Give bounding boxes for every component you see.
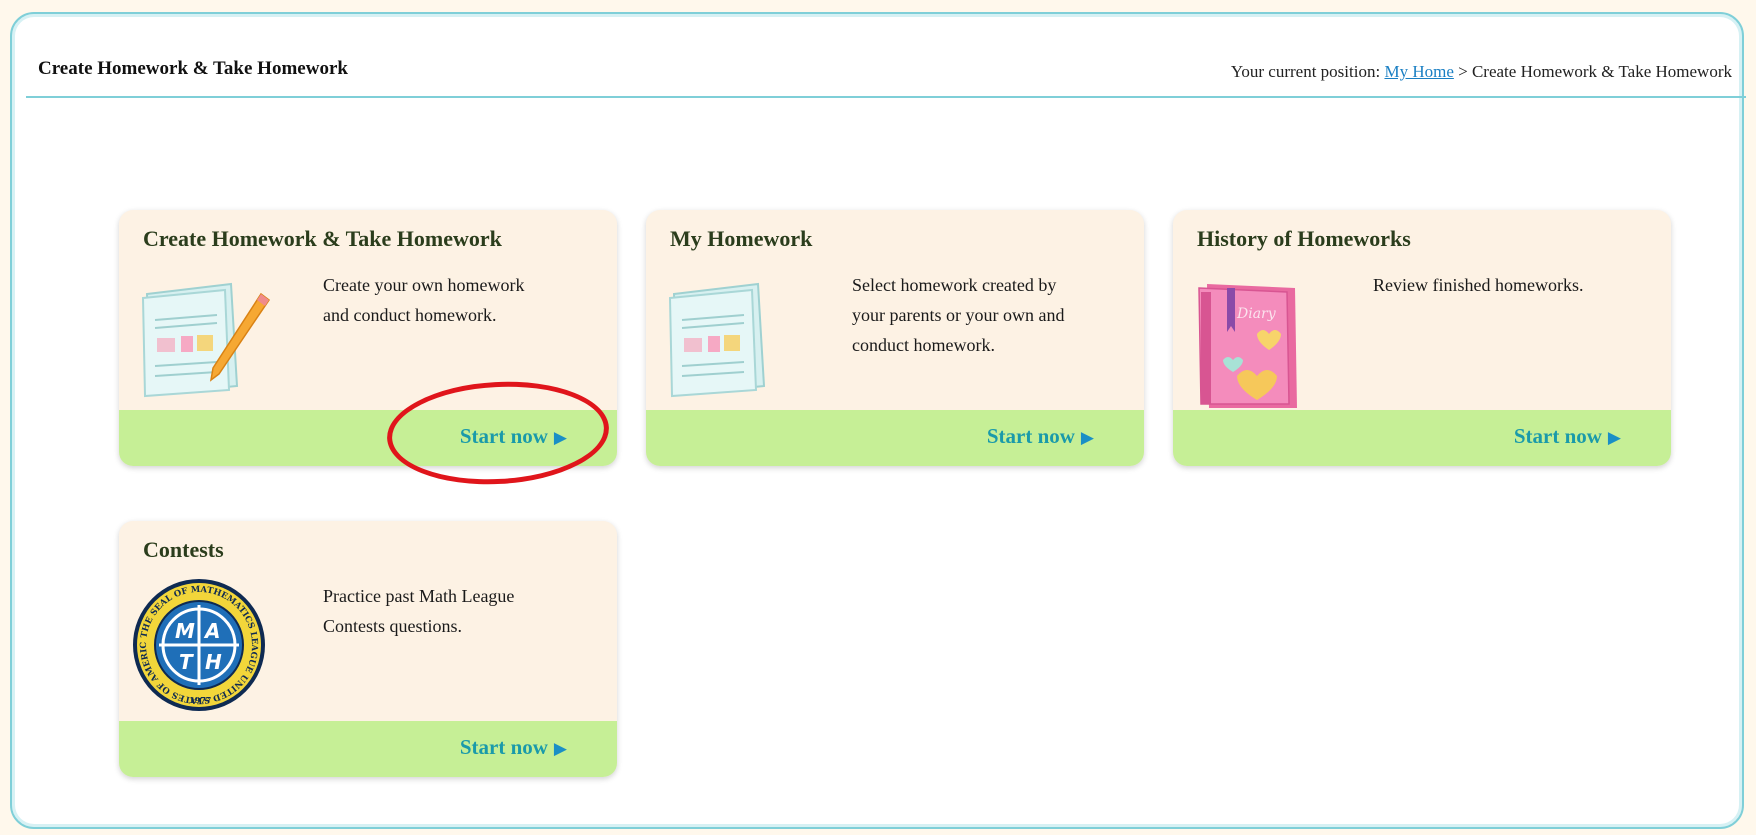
breadcrumb: Your current position: My Home > Create … [1231, 62, 1732, 82]
play-arrow-icon: ▶ [553, 739, 567, 758]
card-description: Create your own homework and conduct hom… [323, 275, 525, 325]
svg-text:M: M [175, 619, 195, 643]
card-history-of-homeworks: History of Homeworks Diary Review finish… [1173, 210, 1671, 466]
breadcrumb-separator: > [1458, 62, 1468, 81]
homework-sheet-icon [660, 268, 780, 403]
svg-text:A: A [203, 619, 220, 643]
card-description: Review finished homeworks. [1373, 275, 1584, 295]
card-my-homework: My Homework Select homework created by y… [646, 210, 1144, 466]
diary-book-icon: Diary [1187, 268, 1297, 413]
breadcrumb-my-home-link[interactable]: My Home [1384, 62, 1453, 81]
card-footer: Start now ▶ [646, 410, 1144, 466]
play-arrow-icon: ▶ [1080, 428, 1094, 447]
svg-text:1977: 1977 [189, 695, 211, 705]
homework-sheet-with-pencil-icon [133, 268, 273, 403]
page-title: Create Homework & Take Homework [38, 58, 348, 79]
card-title: History of Homeworks [1197, 226, 1411, 251]
card-title: Create Homework & Take Homework [143, 226, 502, 251]
breadcrumb-current: Create Homework & Take Homework [1471, 62, 1732, 81]
svg-text:H: H [205, 650, 222, 674]
page-header: Create Homework & Take Homework Your cur… [26, 46, 1746, 98]
card-description: Select homework created by your parents … [852, 275, 1065, 355]
card-description: Practice past Math League Contests quest… [323, 586, 515, 636]
breadcrumb-prefix: Your current position: [1230, 62, 1381, 81]
start-now-button[interactable]: Start now ▶ [1514, 424, 1621, 449]
card-footer: Start now ▶ [119, 721, 617, 777]
start-now-button[interactable]: Start now ▶ [460, 735, 567, 760]
svg-text:T: T [179, 650, 194, 674]
play-arrow-icon: ▶ [1607, 428, 1621, 447]
svg-text:Diary: Diary [1236, 306, 1277, 322]
card-title: My Homework [670, 226, 813, 251]
card-contests: Contests M A T H THE SEAL OF MATHEMATICS… [119, 521, 617, 777]
start-now-button[interactable]: Start now ▶ [987, 424, 1094, 449]
math-league-seal-icon: M A T H THE SEAL OF MATHEMATICS LEAGUE U… [127, 570, 267, 718]
card-footer: Start now ▶ [1173, 410, 1671, 466]
card-title: Contests [143, 537, 224, 562]
